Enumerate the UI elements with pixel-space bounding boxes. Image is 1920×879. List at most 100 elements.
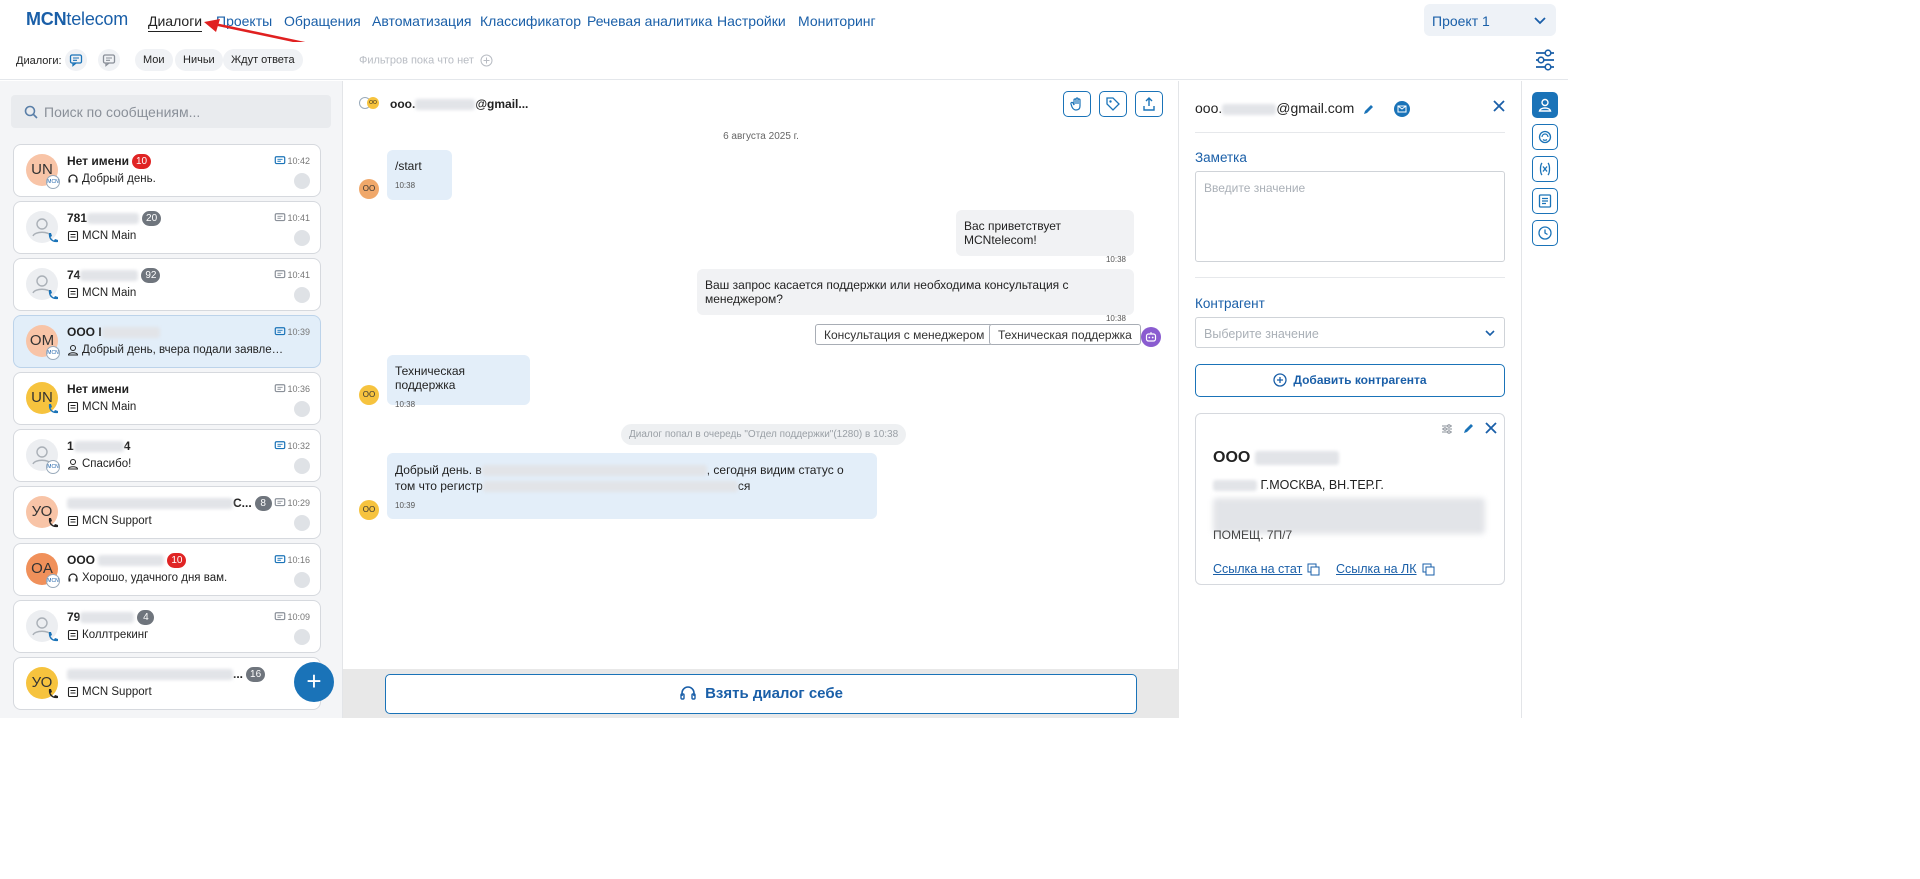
chevron-down-icon (1485, 330, 1495, 337)
dialog-item[interactable]: УО ... 16 MCN Support (13, 657, 321, 710)
user-icon (1538, 98, 1552, 112)
mcn-channel-icon: MCN (46, 460, 60, 474)
chip-waiting[interactable]: Ждут ответа (223, 49, 303, 71)
ai-tab-button[interactable] (1532, 124, 1558, 150)
contractor-select[interactable]: Выберите значение (1195, 317, 1505, 348)
dialog-item-selected[interactable]: OM MCN ООО I Добрый день, вчера подали з… (13, 315, 321, 368)
list-icon (67, 629, 79, 641)
nav-monitoring[interactable]: Мониторинг (798, 13, 876, 29)
dialog-last-message: MCN Main (67, 401, 136, 413)
divider (1195, 277, 1505, 278)
filter-closed-dialogs[interactable] (98, 49, 120, 71)
dialog-last-message: MCN Support (67, 515, 152, 527)
project-select[interactable]: Проект 1 (1424, 4, 1556, 36)
user-icon (67, 345, 79, 356)
chat-title: ооо. @gmail... (390, 97, 529, 111)
add-circle-icon (480, 54, 493, 67)
filter-settings-icon[interactable] (1534, 48, 1556, 72)
dialog-item[interactable]: UN Нет имени MCN Main 10:36 (13, 372, 321, 425)
dialog-item[interactable]: UN MCN Нет имени 10 Добрый день. 10:42 (13, 144, 321, 197)
dialog-item[interactable]: MCN 14 Спасибо! 10:32 (13, 429, 321, 482)
contractor-address: Г.МОСКВА, ВН.ТЕР.Г. (1213, 478, 1384, 492)
dialog-last-message: MCN Main (67, 287, 136, 299)
dialog-name: 781 20 (67, 211, 162, 227)
chat-outline-icon (274, 213, 286, 222)
contact-tab-button[interactable] (1532, 92, 1558, 118)
copy-icon (1307, 563, 1320, 576)
take-hand-button[interactable] (1063, 91, 1091, 117)
phone-icon (48, 689, 58, 699)
dialog-last-message: Добрый день. (67, 173, 156, 185)
quick-reply-manager[interactable]: Консультация с менеджером (815, 324, 994, 345)
note-placeholder: Введите значение (1204, 181, 1306, 195)
dialog-item[interactable]: 79 4 Коллтрекинг 10:09 (13, 600, 321, 653)
quick-reply-support[interactable]: Техническая поддержка (989, 324, 1141, 345)
close-icon[interactable] (1484, 421, 1498, 435)
link-lk[interactable]: Ссылка на ЛК (1336, 562, 1435, 576)
chat-icon (274, 327, 286, 336)
nav-speech-analytics[interactable]: Речевая аналитика (587, 13, 712, 29)
variables-tab-button[interactable] (1532, 156, 1558, 182)
logo[interactable]: MCNtelecom (26, 9, 128, 30)
note-textarea[interactable]: Введите значение (1195, 171, 1505, 262)
dialog-name: 14 (67, 439, 131, 453)
chip-unassigned[interactable]: Ничьи (175, 49, 223, 71)
tag-button[interactable] (1099, 91, 1127, 117)
project-select-value: Проект 1 (1432, 13, 1490, 29)
contact-avatar: OO (359, 500, 379, 520)
chat-icon (69, 54, 83, 67)
dialog-name: Нет имени 10 (67, 154, 152, 170)
dialog-name: С... 8 (67, 496, 272, 512)
nav-dialogs[interactable]: Диалоги (148, 13, 203, 32)
nav-automation[interactable]: Автоматизация (372, 13, 471, 29)
export-button[interactable] (1135, 91, 1163, 117)
new-dialog-button[interactable]: + (294, 662, 334, 702)
list-icon (67, 401, 79, 413)
message-bubble: /start 10:38 (387, 150, 452, 200)
dialog-item[interactable]: 781 20 MCN Main 10:41 (13, 201, 321, 254)
note-label: Заметка (1195, 150, 1247, 165)
hand-icon (1070, 97, 1081, 111)
dialog-time: 10:39 (287, 327, 310, 337)
no-filters-text[interactable]: Фильтров пока что нет (359, 54, 493, 67)
unread-count: 20 (142, 211, 162, 227)
dialog-name: ООО 10 (67, 553, 187, 569)
filter-active-dialogs[interactable] (65, 49, 87, 71)
dialog-last-message: MCN Support (67, 686, 152, 698)
contractor-label: Контрагент (1195, 296, 1265, 311)
dialog-item[interactable]: 74 92 MCN Main 10:41 (13, 258, 321, 311)
filter-bar: Диалоги: Мои Ничьи Ждут ответа Фильтров … (0, 42, 1568, 80)
take-dialog-button[interactable]: Взять диалог себе (385, 674, 1137, 714)
message-text-line2: том что регистр ся (395, 479, 751, 493)
document-icon (1538, 194, 1552, 208)
contractor-address-line2: ПОМЕЩ. 7П/7 (1213, 528, 1293, 542)
chat-icon (274, 555, 286, 564)
close-icon[interactable] (1492, 99, 1506, 113)
nav-classifier[interactable]: Классификатор (480, 13, 581, 29)
contact-avatar: OO (359, 179, 379, 199)
divider (1195, 132, 1505, 133)
edit-icon[interactable] (1362, 102, 1376, 116)
headset-icon (680, 685, 696, 700)
history-tab-button[interactable] (1532, 220, 1558, 246)
message-time: 10:38 (395, 181, 416, 190)
message-text: Техническая поддержка (395, 364, 466, 392)
chip-mine[interactable]: Мои (135, 49, 173, 71)
dialog-time: 10:36 (287, 384, 310, 394)
dialog-item[interactable]: УО С... 8 MCN Support 10:29 (13, 486, 321, 539)
tag-icon (1106, 97, 1120, 111)
nav-settings[interactable]: Настройки (717, 13, 786, 29)
edit-icon[interactable] (1462, 421, 1476, 435)
chevron-down-icon (1534, 17, 1546, 25)
add-circle-icon (1273, 373, 1288, 387)
sliders-icon[interactable] (1441, 423, 1453, 435)
add-contractor-button[interactable]: Добавить контрагента (1195, 364, 1505, 397)
phone-icon (48, 518, 58, 528)
dialog-last-message: MCN Main (67, 230, 136, 242)
assignee-avatar (294, 173, 310, 189)
mcn-channel-icon: MCN (46, 175, 60, 189)
notes-tab-button[interactable] (1532, 188, 1558, 214)
dialog-item[interactable]: OA MCN ООО 10 Хорошо, удачного дня вам. … (13, 543, 321, 596)
link-stat[interactable]: Ссылка на стат (1213, 562, 1320, 576)
search-input[interactable]: Поиск по сообщениям... (11, 95, 331, 128)
